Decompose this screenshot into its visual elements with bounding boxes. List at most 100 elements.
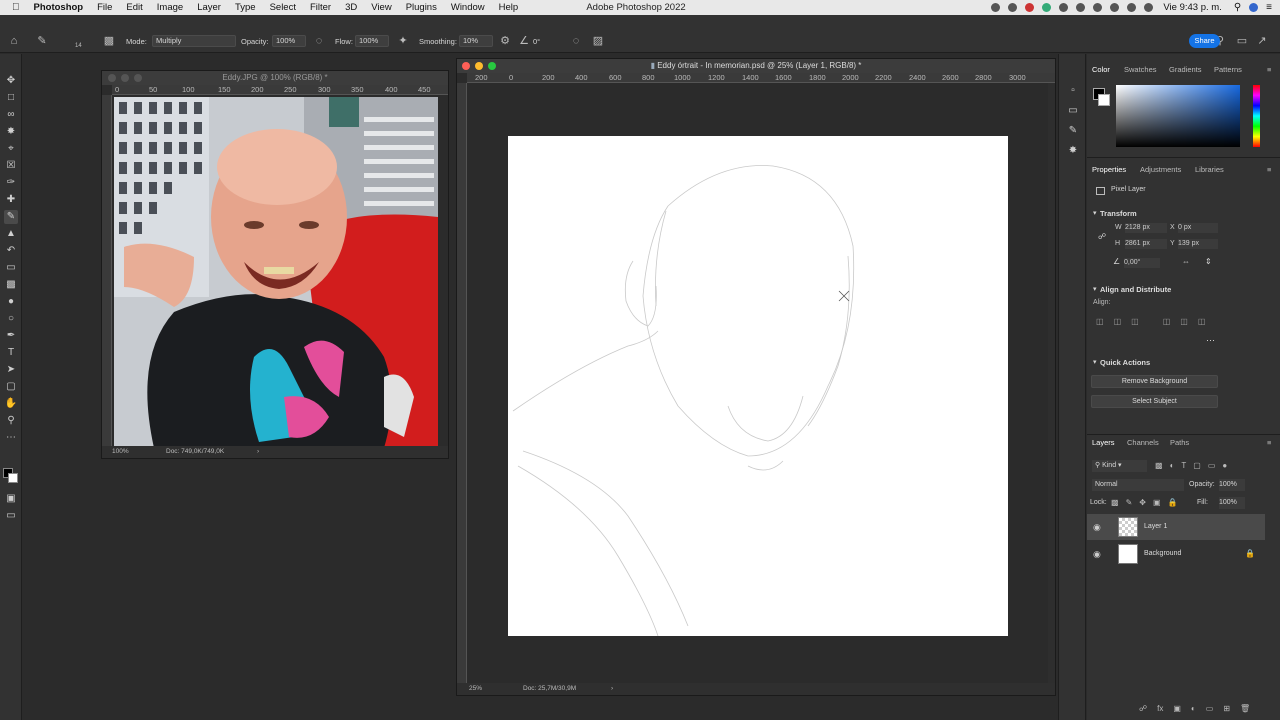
volume-icon[interactable]: [1144, 3, 1154, 12]
frame-tool-icon[interactable]: ☒: [4, 159, 18, 173]
layer-row-background[interactable]: ◉ Background 🔒: [1087, 541, 1265, 567]
menu-edit[interactable]: Edit: [126, 2, 142, 13]
lasso-tool-icon[interactable]: ∞: [4, 108, 18, 122]
crop-tool-icon[interactable]: ⌖: [4, 142, 18, 156]
quick-select-tool-icon[interactable]: ✸: [4, 125, 18, 139]
lock-artboard-icon[interactable]: ▣: [1153, 498, 1161, 507]
status-icon[interactable]: [1042, 3, 1052, 12]
mode-select[interactable]: Multiply: [152, 35, 236, 47]
workspace-icon[interactable]: ▭: [1236, 35, 1248, 47]
smoothing-field[interactable]: 10%: [459, 35, 493, 47]
quick-actions-title[interactable]: Quick Actions: [1100, 358, 1150, 367]
blur-tool-icon[interactable]: ●: [4, 295, 18, 309]
status-icon[interactable]: [1008, 3, 1018, 12]
tab-color[interactable]: Color: [1092, 62, 1110, 78]
tab-gradients[interactable]: Gradients: [1169, 62, 1202, 78]
status-arrow-icon[interactable]: ›: [257, 446, 259, 458]
transform-title[interactable]: Transform: [1100, 209, 1137, 218]
eyedropper-tool-icon[interactable]: ✑: [4, 176, 18, 190]
tab-layers[interactable]: Layers: [1092, 435, 1115, 451]
lock-position-icon[interactable]: ✥: [1139, 498, 1146, 507]
layer-filter-kind[interactable]: ⚲ Kind ▾: [1092, 460, 1147, 472]
status-icon[interactable]: [991, 3, 1001, 12]
vertical-scrollbar[interactable]: [1048, 83, 1055, 683]
more-tools-icon[interactable]: ⋯: [4, 431, 18, 445]
gear-icon[interactable]: ⚙: [499, 35, 511, 47]
brush-settings-icon[interactable]: ▩: [103, 35, 115, 47]
flip-horizontal-icon[interactable]: ⇔: [1182, 257, 1190, 266]
vertical-ruler[interactable]: [102, 95, 112, 448]
share-icon[interactable]: ↗: [1256, 35, 1268, 47]
history-icon[interactable]: ▫: [1066, 84, 1080, 98]
move-tool-icon[interactable]: ✥: [4, 74, 18, 88]
status-icon[interactable]: [1076, 3, 1086, 12]
status-icon[interactable]: [1059, 3, 1069, 12]
filter-smart-icon[interactable]: ▭: [1208, 461, 1216, 470]
gradient-tool-icon[interactable]: ▩: [4, 278, 18, 292]
close-button[interactable]: [108, 74, 116, 82]
filter-type-icon[interactable]: T: [1181, 461, 1186, 470]
lock-transparent-icon[interactable]: ▩: [1111, 498, 1119, 507]
layer-name[interactable]: Layer 1: [1144, 514, 1167, 540]
tab-adjustments[interactable]: Adjustments: [1140, 162, 1181, 178]
tab-swatches[interactable]: Swatches: [1124, 62, 1157, 78]
filter-adjustment-icon[interactable]: ◐: [1170, 461, 1175, 470]
align-title[interactable]: Align and Distribute: [1100, 285, 1171, 294]
pressure-opacity-icon[interactable]: ◌: [313, 35, 325, 47]
brush-tool-icon[interactable]: ✎: [36, 35, 48, 47]
angle-field[interactable]: 0,00°: [1124, 258, 1160, 268]
filter-pixel-icon[interactable]: ▩: [1155, 461, 1163, 470]
hand-tool-icon[interactable]: ✋: [4, 397, 18, 411]
document-window-portrait-psd[interactable]: ▮ Eddy órtrait - In memorian.psd @ 25% (…: [456, 58, 1056, 696]
search-icon[interactable]: ⚲: [1234, 2, 1241, 13]
shape-tool-icon[interactable]: ▢: [4, 380, 18, 394]
chevron-down-icon[interactable]: ▾: [1093, 358, 1097, 366]
comment-icon[interactable]: ▭: [1066, 104, 1080, 118]
align-center-v-icon[interactable]: ◫: [1180, 317, 1188, 326]
menu-help[interactable]: Help: [499, 2, 519, 13]
screen-mode-icon[interactable]: ▭: [4, 509, 18, 523]
bluetooth-icon[interactable]: [1110, 3, 1120, 12]
align-left-icon[interactable]: ◫: [1096, 317, 1104, 326]
symmetry-icon[interactable]: ▨: [592, 35, 604, 47]
flow-field[interactable]: 100%: [355, 35, 389, 47]
horizontal-ruler[interactable]: 0 50 100 150 200 250 300 350 400 450: [112, 85, 448, 95]
zoom-tool-icon[interactable]: ⚲: [4, 414, 18, 428]
angle-value[interactable]: 0°: [533, 37, 540, 46]
canvas[interactable]: [508, 136, 1008, 637]
filter-shape-icon[interactable]: ▢: [1193, 461, 1201, 470]
pen-tool-icon[interactable]: ✒: [4, 329, 18, 343]
link-icon[interactable]: ☍: [1098, 232, 1106, 241]
align-bottom-icon[interactable]: ◫: [1198, 317, 1206, 326]
lock-all-icon[interactable]: 🔒: [1168, 498, 1178, 507]
brush-tool-icon[interactable]: ✎: [4, 210, 18, 224]
control-center-icon[interactable]: ≡: [1266, 2, 1272, 13]
document-window-eddy-jpg[interactable]: Eddy.JPG @ 100% (RGB/8) * 0 50 100 150 2…: [101, 70, 449, 459]
menu-window[interactable]: Window: [451, 2, 485, 13]
doc2-zoom[interactable]: 25%: [469, 683, 482, 695]
hue-slider[interactable]: [1253, 85, 1260, 147]
lock-icon[interactable]: 🔒: [1245, 541, 1255, 567]
align-center-h-icon[interactable]: ◫: [1114, 317, 1122, 326]
horizontal-ruler[interactable]: 200 0 200 400 600 800 1000 1200 1400 160…: [467, 73, 1055, 83]
panel-menu-icon[interactable]: ≡: [1267, 62, 1271, 78]
layer-row-layer-1[interactable]: ◉ Layer 1: [1087, 514, 1265, 540]
tab-channels[interactable]: Channels: [1127, 435, 1159, 451]
new-group-icon[interactable]: ▭: [1206, 704, 1214, 713]
quick-mask-icon[interactable]: ▣: [4, 492, 18, 506]
color-picker-field[interactable]: [1116, 85, 1240, 147]
menu-filter[interactable]: Filter: [310, 2, 331, 13]
layer-opacity-field[interactable]: 100%: [1219, 479, 1245, 491]
menu-layer[interactable]: Layer: [197, 2, 221, 13]
layer-name[interactable]: Background: [1144, 541, 1181, 567]
eraser-tool-icon[interactable]: ▭: [4, 261, 18, 275]
eye-icon[interactable]: ◉: [1093, 541, 1101, 567]
filter-toggle-icon[interactable]: ●: [1222, 461, 1227, 470]
background-color-swatch[interactable]: [1098, 94, 1110, 106]
pressure-size-icon[interactable]: ◌: [570, 35, 582, 47]
menu-image[interactable]: Image: [157, 2, 183, 13]
zoom-button[interactable]: [134, 74, 142, 82]
dodge-tool-icon[interactable]: ○: [4, 312, 18, 326]
minimize-button[interactable]: [121, 74, 129, 82]
panel-menu-icon[interactable]: ≡: [1267, 162, 1271, 178]
